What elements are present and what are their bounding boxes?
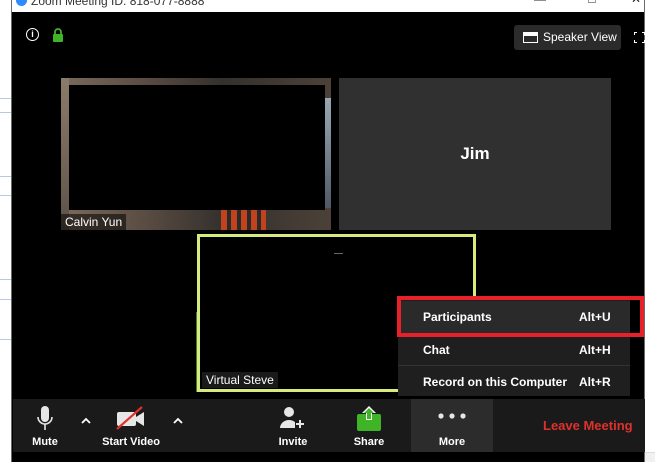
more-label: More bbox=[438, 436, 466, 448]
participant-name-jim: Jim bbox=[460, 144, 490, 163]
share-button[interactable]: Share bbox=[339, 399, 399, 452]
menu-item-label: Record on this Computer bbox=[423, 375, 568, 389]
leave-meeting-button[interactable]: Leave Meeting bbox=[543, 418, 633, 433]
menu-item-shortcut: Alt+H bbox=[579, 343, 611, 357]
menu-item-chat[interactable]: Chat Alt+H bbox=[398, 333, 630, 365]
menu-item-label: Chat bbox=[423, 343, 450, 357]
window-title: Zoom Meeting ID: 818-077-8888 bbox=[31, 0, 205, 8]
invite-button[interactable]: Invite bbox=[265, 399, 321, 452]
menu-item-shortcut: Alt+R bbox=[579, 375, 611, 389]
video-tile-calvin[interactable]: Calvin Yun bbox=[61, 78, 331, 230]
microphone-icon bbox=[37, 406, 53, 430]
chevron-up-icon[interactable] bbox=[79, 414, 93, 428]
meeting-toolbar: Mute Start Video Invite Share More Leave… bbox=[13, 399, 645, 452]
start-video-button[interactable]: Start Video bbox=[99, 399, 163, 452]
share-label: Share bbox=[353, 436, 385, 448]
video-frame-detail bbox=[334, 253, 343, 254]
mute-button[interactable]: Mute bbox=[15, 399, 75, 452]
invite-label: Invite bbox=[278, 436, 308, 448]
zoom-meeting-window: Zoom Meeting ID: 818-077-8888 — □ ✕ i Sp… bbox=[11, 0, 645, 462]
maximize-button[interactable]: □ bbox=[584, 0, 600, 7]
fullscreen-icon[interactable] bbox=[634, 32, 645, 43]
participant-name-steve: Virtual Steve bbox=[202, 372, 278, 388]
speaker-view-button[interactable]: Speaker View bbox=[514, 25, 621, 50]
menu-item-record[interactable]: Record on this Computer Alt+R bbox=[398, 365, 630, 397]
video-frame-detail bbox=[221, 210, 266, 230]
video-obscured-region bbox=[69, 85, 325, 210]
share-screen-icon bbox=[357, 406, 381, 431]
desktop-background-right bbox=[645, 0, 655, 462]
speaker-view-icon bbox=[523, 32, 538, 43]
zoom-app-icon bbox=[16, 0, 27, 6]
participants-highlight-box bbox=[397, 296, 644, 337]
start-video-label: Start Video bbox=[102, 436, 160, 448]
minimize-button[interactable]: — bbox=[532, 0, 548, 7]
participant-name-calvin: Calvin Yun bbox=[61, 214, 127, 230]
video-frame-edge bbox=[61, 78, 69, 230]
more-button[interactable]: More bbox=[411, 399, 493, 452]
video-frame-edge bbox=[325, 98, 331, 208]
video-off-icon bbox=[116, 406, 144, 430]
speaker-view-label: Speaker View bbox=[543, 30, 617, 44]
close-button[interactable]: ✕ bbox=[628, 0, 644, 7]
chevron-up-icon[interactable] bbox=[171, 414, 185, 428]
more-dots-icon bbox=[438, 413, 466, 419]
video-tile-jim[interactable]: Jim bbox=[339, 78, 611, 230]
mute-label: Mute bbox=[32, 436, 58, 448]
info-icon[interactable]: i bbox=[26, 28, 39, 41]
title-bar: Zoom Meeting ID: 818-077-8888 — □ ✕ bbox=[12, 0, 644, 12]
add-user-icon bbox=[280, 407, 305, 429]
lock-icon[interactable] bbox=[52, 28, 64, 42]
